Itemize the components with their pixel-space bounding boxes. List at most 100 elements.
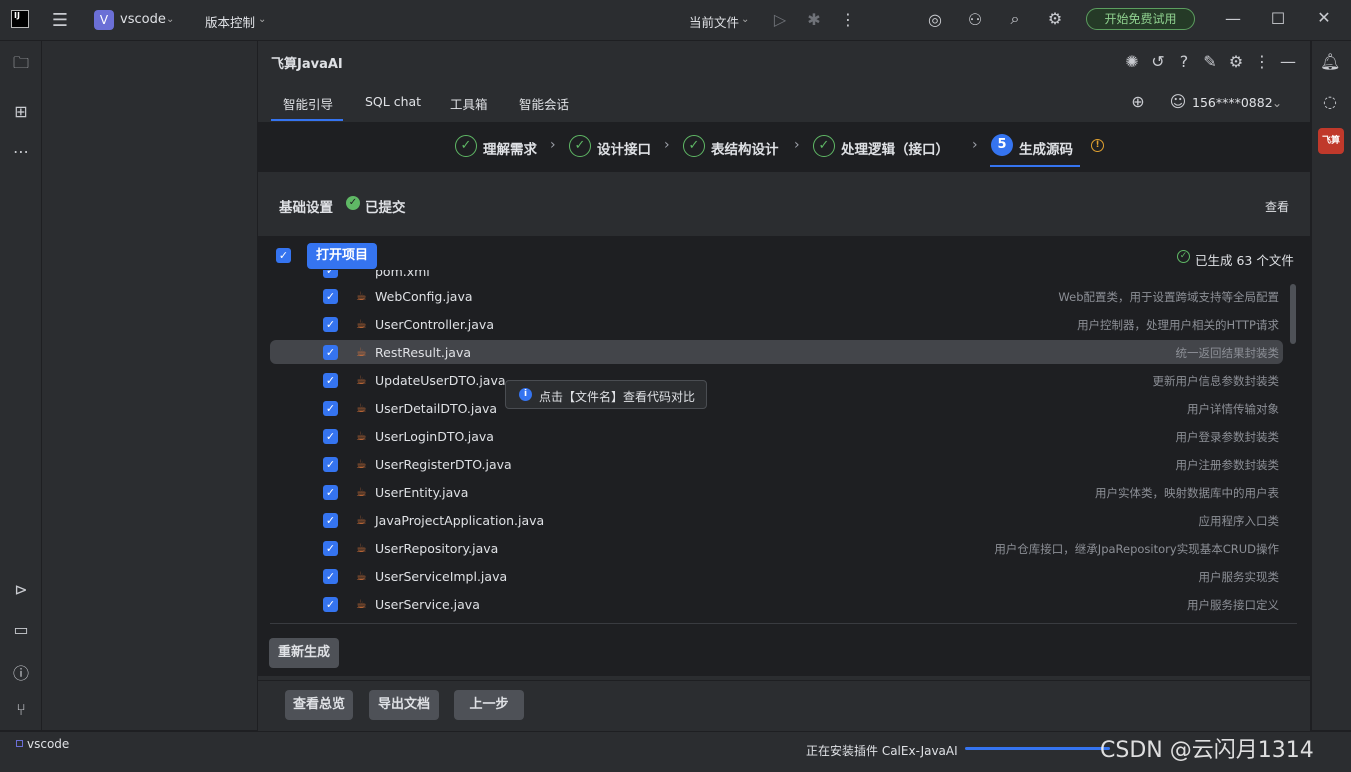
settings-icon[interactable]: ⚙ [1045, 9, 1065, 28]
debug-icon[interactable]: ✱ [805, 10, 823, 29]
install-status[interactable]: 正在安装插件 CalEx-JavaAI [806, 742, 958, 759]
main-menu-icon[interactable]: ☰ [50, 10, 70, 31]
file-name[interactable]: UserRepository.java [375, 541, 498, 556]
step-understand-requirements[interactable]: 理解需求 [483, 138, 537, 158]
file-name[interactable]: RestResult.java [375, 345, 471, 360]
file-name[interactable]: JavaProjectApplication.java [375, 513, 544, 528]
file-row[interactable]: ✓ ☕ RestResult.java 统一返回结果封装类 [270, 340, 1283, 364]
ai-chat-icon[interactable]: ◌ [1320, 92, 1340, 111]
help-icon[interactable]: ? [1175, 52, 1193, 71]
file-row[interactable]: ✓ ☕ JavaProjectApplication.java 应用程序入口类 [270, 508, 1283, 532]
step-table-design[interactable]: 表结构设计 [711, 138, 779, 158]
file-checkbox[interactable]: ✓ [323, 429, 338, 444]
feisuan-plugin-icon[interactable]: 飞算 [1318, 128, 1344, 154]
file-name[interactable]: UserEntity.java [375, 485, 468, 500]
chevron-down-icon[interactable]: ⌄ [258, 14, 266, 25]
search-icon[interactable]: ⌕ [1005, 9, 1025, 29]
file-row[interactable]: ✓ ☕ UpdateUserDTO.java 更新用户信息参数封装类 [270, 368, 1283, 392]
file-row[interactable]: ✓ ☕ UserRepository.java 用户仓库接口，继承JpaReposit… [270, 536, 1283, 560]
file-checkbox[interactable]: ✓ [323, 513, 338, 528]
partial-file-row[interactable]: ✓ pom.xml [270, 270, 1283, 282]
more-tools-icon[interactable]: ⋯ [11, 142, 31, 161]
file-checkbox[interactable]: ✓ [323, 317, 338, 332]
add-user-icon[interactable]: ⚇ [965, 10, 985, 29]
chevron-down-icon[interactable]: ⌄ [166, 14, 174, 25]
file-row[interactable]: ✓ ☕ UserServiceImpl.java 用户服务实现类 [270, 564, 1283, 588]
close-icon[interactable]: ✕ [1316, 8, 1332, 27]
file-checkbox[interactable]: ✓ [323, 597, 338, 612]
user-account[interactable]: 156****0882 [1192, 95, 1273, 110]
view-overview-button[interactable]: 查看总览 [285, 690, 353, 720]
vcs-menu[interactable]: 版本控制 [205, 12, 255, 31]
regenerate-button[interactable]: 重新生成 [269, 638, 339, 668]
file-row[interactable]: ✓ ☕ UserLoginDTO.java 用户登录参数封装类 [270, 424, 1283, 448]
chevron-down-icon[interactable]: ⌄ [1272, 96, 1282, 110]
file-name[interactable]: UserRegisterDTO.java [375, 457, 512, 472]
folder-icon[interactable]: 🗀 [11, 52, 31, 79]
file-checkbox[interactable]: ✓ [323, 541, 338, 556]
problems-icon[interactable]: ⓘ [11, 660, 31, 684]
chevron-down-icon[interactable]: ⌄ [741, 14, 749, 25]
warning-icon[interactable]: ! [1091, 139, 1104, 152]
step-generate-source[interactable]: 生成源码 [1019, 138, 1073, 158]
add-icon[interactable]: ⊕ [1128, 92, 1148, 111]
tab-smart-guide[interactable]: 智能引导 [283, 94, 333, 113]
step-design-interface[interactable]: 设计接口 [597, 138, 651, 158]
ai-assistant-icon[interactable]: ◎ [925, 10, 945, 29]
file-name[interactable]: WebConfig.java [375, 289, 473, 304]
history-icon[interactable]: ↺ [1149, 52, 1167, 71]
file-name[interactable]: UserController.java [375, 317, 494, 332]
hide-panel-icon[interactable]: — [1280, 52, 1296, 71]
file-name[interactable]: UpdateUserDTO.java [375, 373, 506, 388]
file-row[interactable]: ✓ ☕ UserController.java 用户控制器，处理用户相关的HTTP请求 [270, 312, 1283, 336]
file-row[interactable]: ✓ ☕ UserRegisterDTO.java 用户注册参数封装类 [270, 452, 1283, 476]
run-tool-icon[interactable]: ⊳ [11, 580, 31, 599]
edit-icon[interactable]: ✎ [1201, 52, 1219, 71]
file-name[interactable]: UserDetailDTO.java [375, 401, 497, 416]
tab-sql-chat[interactable]: SQL chat [365, 94, 421, 109]
tab-toolbox[interactable]: 工具箱 [450, 94, 488, 113]
maximize-icon[interactable]: ☐ [1270, 9, 1286, 28]
file-checkbox[interactable]: ✓ [323, 485, 338, 500]
more-icon[interactable]: ⋮ [840, 10, 856, 29]
file-name[interactable]: UserService.java [375, 597, 480, 612]
file-row[interactable]: ✓ ☕ UserService.java 用户服务接口定义 [270, 592, 1283, 616]
export-doc-button[interactable]: 导出文档 [369, 690, 439, 720]
notifications-icon[interactable]: 🔔︎ [1320, 52, 1340, 71]
open-project-button[interactable]: 打开项目 [307, 243, 377, 269]
select-all-checkbox[interactable]: ✓ [276, 248, 291, 263]
status-project-name[interactable]: vscode [27, 737, 69, 751]
terminal-icon[interactable]: ▭ [11, 620, 31, 639]
file-checkbox[interactable]: ✓ [323, 270, 338, 278]
file-checkbox[interactable]: ✓ [323, 345, 338, 360]
start-trial-button[interactable]: 开始免费试用 [1086, 8, 1195, 30]
file-checkbox[interactable]: ✓ [323, 457, 338, 472]
app-logo-icon[interactable]: IJ [11, 10, 29, 28]
minimize-icon[interactable]: — [1225, 9, 1241, 28]
file-name[interactable]: UserServiceImpl.java [375, 569, 507, 584]
structure-icon[interactable]: ⊞ [11, 102, 31, 121]
user-avatar-icon[interactable]: ☺ [1168, 92, 1188, 111]
file-row[interactable]: ✓ ☕ UserDetailDTO.java 用户详情传输对象 [270, 396, 1283, 420]
plugin-icon[interactable]: ✺ [1123, 52, 1141, 71]
previous-step-button[interactable]: 上一步 [454, 690, 524, 720]
file-name[interactable]: UserLoginDTO.java [375, 429, 494, 444]
file-checkbox[interactable]: ✓ [323, 569, 338, 584]
git-icon[interactable]: ⑂ [11, 700, 31, 719]
file-checkbox[interactable]: ✓ [323, 401, 338, 416]
tool-settings-icon[interactable]: ⚙ [1227, 52, 1245, 71]
tool-more-icon[interactable]: ⋮ [1254, 52, 1270, 71]
step-process-logic[interactable]: 处理逻辑（接口） [841, 138, 949, 158]
list-scrollbar[interactable] [1290, 284, 1296, 344]
file-checkbox[interactable]: ✓ [323, 289, 338, 304]
file-row[interactable]: ✓ ☕ WebConfig.java Web配置类，用于设置跨域支持等全局配置 [270, 284, 1283, 308]
file-checkbox[interactable]: ✓ [323, 373, 338, 388]
file-name[interactable]: pom.xml [375, 270, 430, 279]
file-row[interactable]: ✓ ☕ UserEntity.java 用户实体类，映射数据库中的用户表 [270, 480, 1283, 504]
tab-smart-chat[interactable]: 智能会话 [519, 94, 569, 113]
view-link[interactable]: 查看 [1265, 198, 1289, 215]
project-badge[interactable]: V [94, 10, 114, 30]
project-name[interactable]: vscode [120, 12, 166, 27]
run-icon[interactable]: ▷ [771, 10, 789, 29]
run-config-selector[interactable]: 当前文件 [689, 12, 739, 31]
